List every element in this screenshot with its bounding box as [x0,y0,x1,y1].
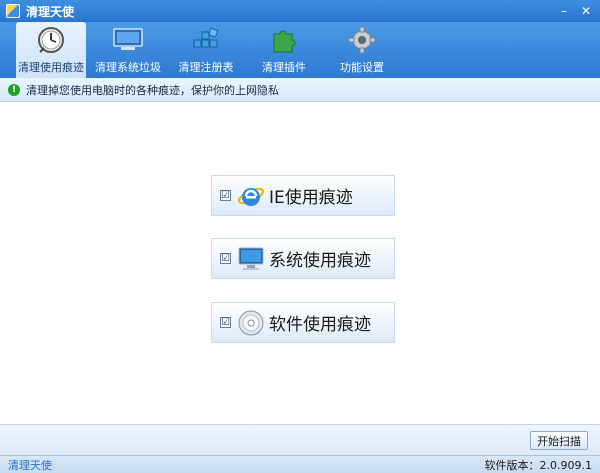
ie-icon [237,182,265,210]
bottom-bar: 开始扫描 [0,424,600,455]
option-label: 系统使用痕迹 [269,251,371,271]
option-label: IE使用痕迹 [269,188,353,208]
tab-label: 清理使用痕迹 [18,61,84,74]
tab-clean-plugins[interactable]: 清理插件 [248,22,320,78]
checkbox[interactable]: ☑ [220,190,231,201]
title-bar: 清理天使 – ✕ [0,0,600,22]
checkbox[interactable]: ☑ [220,253,231,264]
option-system-traces[interactable]: ☑ 系统使用痕迹 [211,238,395,279]
tab-clean-registry[interactable]: 清理注册表 [170,22,242,78]
tab-clean-junk[interactable]: 清理系统垃圾 [92,22,164,78]
gear-icon [345,25,379,55]
start-scan-button[interactable]: 开始扫描 [530,431,588,450]
monitor-icon [237,245,265,273]
tab-settings[interactable]: 功能设置 [326,22,398,78]
info-bar: ! 清理掉您使用电脑时的各种痕迹，保护你的上网隐私 [0,78,600,102]
tab-label: 清理注册表 [178,61,234,74]
option-software-traces[interactable]: ☑ 软件使用痕迹 [211,302,395,343]
window-controls: – ✕ [554,2,596,19]
tab-label: 清理系统垃圾 [95,61,161,74]
status-app-name[interactable]: 清理天使 [8,457,52,473]
window-title: 清理天使 [26,4,75,19]
checkbox[interactable]: ☑ [220,317,231,328]
status-bar: 清理天使 软件版本：2.0.909.1 [0,455,600,473]
disc-icon [237,309,265,337]
tab-label: 清理插件 [262,61,306,74]
main-toolbar: 清理使用痕迹 清理系统垃圾 清理注册表 清理插件 功能设置 [0,22,600,78]
registry-icon [189,25,223,55]
app-icon [6,4,20,18]
option-label: 软件使用痕迹 [269,315,371,335]
clock-icon [34,25,68,55]
info-text: 清理掉您使用电脑时的各种痕迹，保护你的上网隐私 [26,83,279,97]
close-button[interactable]: ✕ [576,2,596,19]
tab-label: 功能设置 [340,61,384,74]
version-text: 软件版本：2.0.909.1 [484,458,592,472]
option-ie-traces[interactable]: ☑ IE使用痕迹 [211,175,395,216]
content-area: ☑ IE使用痕迹 ☑ 系统使用痕迹 ☑ 软件使用痕迹 [0,102,600,424]
minimize-button[interactable]: – [554,2,574,19]
monitor-icon [111,25,145,55]
puzzle-icon [267,25,301,55]
tab-clean-traces[interactable]: 清理使用痕迹 [16,22,86,78]
info-icon: ! [8,83,20,96]
